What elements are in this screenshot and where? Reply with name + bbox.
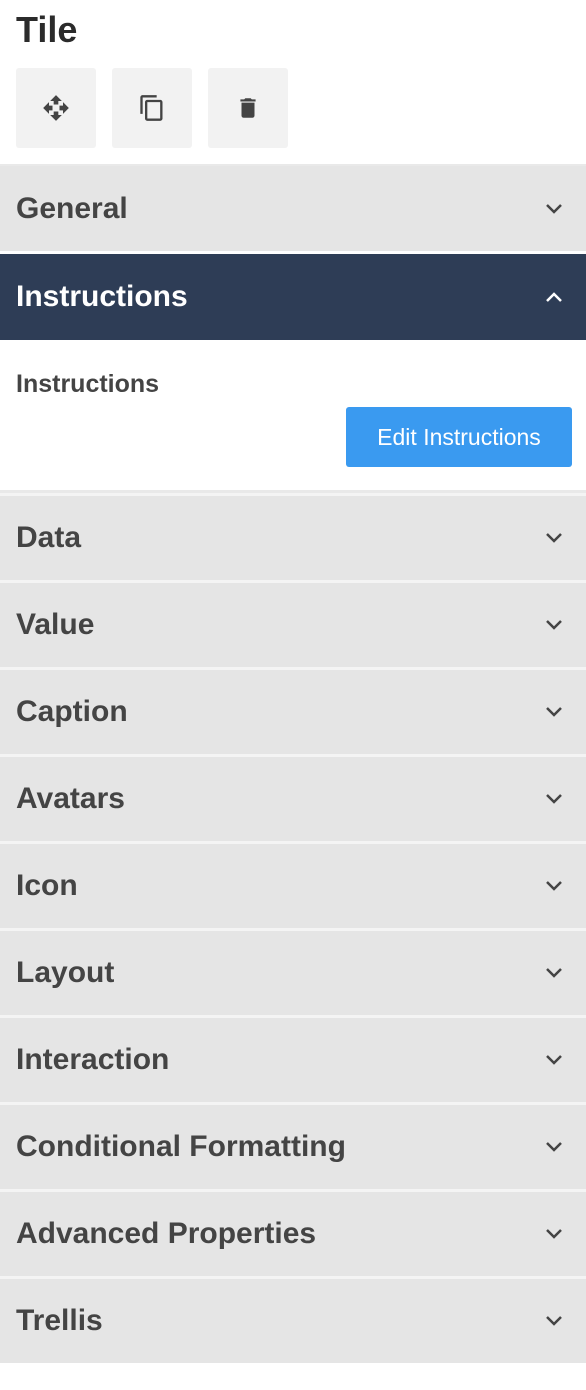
move-icon <box>43 95 69 121</box>
tile-toolbar <box>16 68 288 148</box>
section-instructions[interactable]: Instructions <box>0 251 586 340</box>
section-interaction[interactable]: Interaction <box>0 1015 586 1102</box>
section-label: Advanced Properties <box>16 1217 317 1250</box>
section-label: Trellis <box>16 1304 103 1337</box>
chevron-down-icon <box>542 1309 566 1333</box>
instructions-label: Instructions <box>16 370 160 398</box>
chevron-down-icon <box>542 1135 566 1159</box>
section-label: Layout <box>16 956 115 989</box>
section-data[interactable]: Data <box>0 493 586 580</box>
section-label: Conditional Formatting <box>16 1130 346 1163</box>
panel-title: Tile <box>16 9 78 50</box>
chevron-down-icon <box>542 787 566 811</box>
section-trellis[interactable]: Trellis <box>0 1276 586 1363</box>
section-caption[interactable]: Caption <box>0 667 586 754</box>
chevron-down-icon <box>542 1048 566 1072</box>
section-label: Icon <box>16 869 78 902</box>
section-label: General <box>16 191 128 225</box>
edit-instructions-button[interactable]: Edit Instructions <box>346 407 572 467</box>
section-label: Avatars <box>16 782 125 815</box>
section-conditional-formatting[interactable]: Conditional Formatting <box>0 1102 586 1189</box>
chevron-down-icon <box>542 197 566 221</box>
duplicate-button[interactable] <box>112 68 192 148</box>
chevron-down-icon <box>542 613 566 637</box>
section-icon[interactable]: Icon <box>0 841 586 928</box>
chevron-down-icon <box>542 526 566 550</box>
section-label: Instructions <box>16 280 188 313</box>
property-sections: General Instructions Instructions Edit I… <box>0 164 586 1363</box>
instructions-body: Instructions Edit Instructions <box>0 340 586 493</box>
section-value[interactable]: Value <box>0 580 586 667</box>
duplicate-icon <box>140 95 163 121</box>
chevron-down-icon <box>542 961 566 985</box>
section-general[interactable]: General <box>0 164 586 251</box>
section-layout[interactable]: Layout <box>0 928 586 1015</box>
chevron-up-icon <box>542 285 566 309</box>
trash-icon <box>240 98 256 118</box>
move-button[interactable] <box>16 68 96 148</box>
section-label: Value <box>16 608 95 641</box>
chevron-down-icon <box>542 874 566 898</box>
section-advanced-properties[interactable]: Advanced Properties <box>0 1189 586 1276</box>
section-label: Interaction <box>16 1043 170 1076</box>
section-label: Caption <box>16 695 128 728</box>
section-label: Data <box>16 521 82 554</box>
section-avatars[interactable]: Avatars <box>0 754 586 841</box>
chevron-down-icon <box>542 700 566 724</box>
delete-button[interactable] <box>208 68 288 148</box>
chevron-down-icon <box>542 1222 566 1246</box>
